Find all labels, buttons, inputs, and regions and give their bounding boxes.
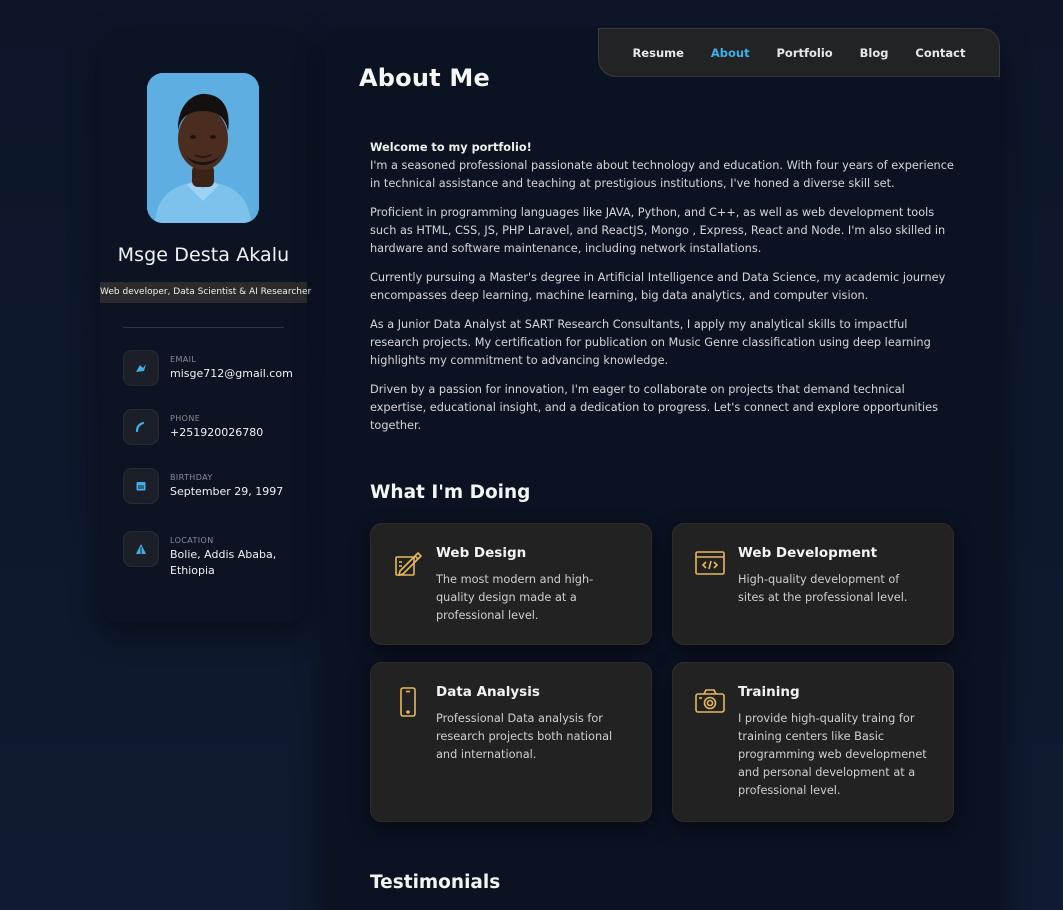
about-paragraph: Welcome to my portfolio! I'm a seasoned … bbox=[370, 139, 955, 193]
about-paragraph: Proficient in programming languages like… bbox=[370, 206, 946, 255]
code-icon bbox=[695, 551, 725, 575]
service-card-training: Training I provide high-quality traing f… bbox=[672, 662, 954, 822]
nav-portfolio[interactable]: Portfolio bbox=[777, 46, 833, 60]
avatar bbox=[147, 73, 259, 223]
nav-resume[interactable]: Resume bbox=[632, 46, 683, 60]
mobile-icon bbox=[400, 687, 416, 717]
design-icon bbox=[395, 551, 423, 577]
profile-name: Msge Desta Akalu bbox=[117, 244, 290, 266]
testimonials-title: Testimonials bbox=[370, 872, 501, 893]
service-title: Web Design bbox=[436, 545, 527, 561]
service-text: Professional Data analysis for research … bbox=[436, 712, 613, 761]
mail-icon bbox=[123, 350, 159, 386]
profile-photo bbox=[147, 73, 259, 223]
nav-contact[interactable]: Contact bbox=[915, 46, 965, 60]
contact-label: LOCATION bbox=[170, 536, 214, 545]
service-title: Training bbox=[738, 684, 800, 700]
services-title: What I'm Doing bbox=[370, 482, 531, 503]
service-card-data-analysis: Data Analysis Professional Data analysis… bbox=[370, 662, 652, 822]
email-link[interactable]: misge712@gmail.com bbox=[170, 366, 293, 382]
about-paragraph: Driven by a passion for innovation, I'm … bbox=[370, 383, 939, 432]
about-paragraph-text: I'm a seasoned professional passionate a… bbox=[370, 159, 954, 190]
phone-icon bbox=[123, 409, 159, 445]
service-text: High-quality development of sites at the… bbox=[738, 573, 908, 604]
location-icon bbox=[123, 531, 159, 567]
contact-label: BIRTHDAY bbox=[170, 473, 213, 482]
contact-label: PHONE bbox=[170, 414, 201, 423]
about-paragraph: Currently pursuing a Master's degree in … bbox=[370, 271, 946, 302]
calendar-icon bbox=[123, 468, 159, 504]
sidebar: Msge Desta Akalu Web developer, Data Sci… bbox=[100, 28, 311, 622]
service-card-web-development: Web Development High-quality development… bbox=[672, 523, 954, 645]
nav-blog[interactable]: Blog bbox=[860, 46, 889, 60]
nav-about[interactable]: About bbox=[711, 46, 750, 60]
contact-label: EMAIL bbox=[170, 355, 197, 364]
profile-title: Web developer, Data Scientist & AI Resea… bbox=[100, 282, 311, 303]
about-paragraph: As a Junior Data Analyst at SART Researc… bbox=[370, 318, 931, 367]
location-value: Bolie, Addis Ababa, Ethiopia bbox=[170, 548, 277, 577]
welcome-heading: Welcome to my portfolio! bbox=[370, 141, 532, 154]
service-title: Data Analysis bbox=[436, 684, 540, 700]
birthday-value: September 29, 1997 bbox=[170, 485, 284, 498]
about-text: Welcome to my portfolio! I'm a seasoned … bbox=[370, 139, 955, 446]
service-card-web-design: Web Design The most modern and high-qual… bbox=[370, 523, 652, 645]
separator bbox=[123, 327, 284, 328]
page-title: About Me bbox=[359, 64, 490, 92]
service-text: I provide high-quality traing for traini… bbox=[738, 712, 927, 797]
camera-icon bbox=[695, 689, 725, 713]
service-title: Web Development bbox=[738, 545, 878, 561]
navbar: Resume About Portfolio Blog Contact bbox=[598, 28, 1000, 77]
phone-link[interactable]: +251920026780 bbox=[170, 425, 290, 441]
service-text: The most modern and high-quality design … bbox=[436, 573, 594, 622]
